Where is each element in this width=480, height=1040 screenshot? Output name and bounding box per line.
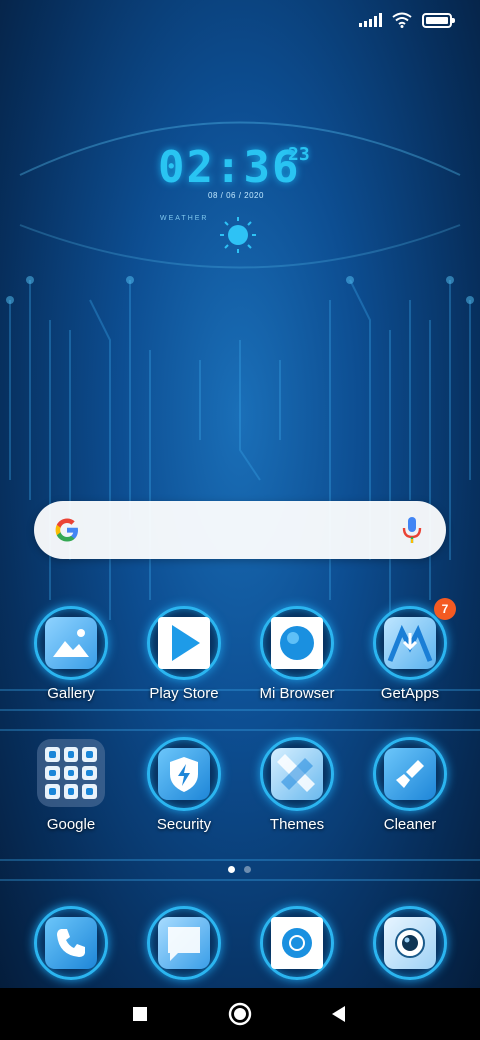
clock-date: 08 / 06 / 2020 (208, 191, 264, 200)
security-shield-icon (158, 748, 210, 800)
clock-seconds: 23 (288, 144, 310, 165)
app-label: GetApps (380, 685, 440, 702)
phone-icon (45, 917, 97, 969)
cleaner-brush-icon (384, 748, 436, 800)
app-ring (373, 737, 447, 811)
getapps-icon (384, 617, 436, 669)
microphone-icon[interactable] (400, 515, 424, 545)
back-triangle-icon[interactable] (324, 1000, 352, 1028)
page-dot (244, 866, 251, 873)
app-security[interactable]: Security (128, 737, 240, 847)
play-store-icon (158, 617, 210, 669)
app-label: Google (46, 816, 96, 833)
clock-time: 02:36 (158, 142, 301, 193)
home-circle-icon[interactable] (226, 1000, 254, 1028)
page-indicator (228, 866, 251, 873)
app-google-folder[interactable]: Google (15, 737, 127, 847)
app-ring (260, 906, 334, 980)
app-ring (147, 906, 221, 980)
app-cleaner[interactable]: Cleaner (354, 737, 466, 847)
app-ring (34, 606, 108, 680)
google-search-bar[interactable] (34, 501, 446, 559)
battery-fill (426, 16, 448, 24)
app-themes[interactable]: Themes (241, 737, 353, 847)
chrome-icon (271, 917, 323, 969)
app-label: Cleaner (383, 816, 437, 833)
weather-label: WEATHER (160, 215, 209, 222)
folder-icon (37, 739, 105, 807)
notification-badge: 7 (434, 598, 456, 620)
status-bar (0, 0, 480, 40)
mi-browser-icon (271, 617, 323, 669)
app-label: Play Store (149, 685, 219, 702)
app-ring (373, 606, 447, 680)
google-g-icon (55, 518, 78, 542)
messages-icon (158, 917, 210, 969)
gallery-icon (45, 617, 97, 669)
sun-icon[interactable] (218, 215, 258, 255)
wifi-icon (392, 12, 412, 28)
app-mi-browser[interactable]: Mi Browser (241, 606, 353, 716)
camera-icon (384, 917, 436, 969)
signal-bars-icon (359, 13, 382, 27)
app-ring (147, 737, 221, 811)
clock-widget[interactable]: 02:36 23 08 / 06 / 2020 WEATHER (120, 120, 360, 280)
app-gallery[interactable]: Gallery (15, 606, 127, 716)
app-label: Security (156, 816, 212, 833)
app-ring (147, 606, 221, 680)
app-getapps[interactable]: 7 GetApps (354, 598, 466, 716)
app-ring (260, 737, 334, 811)
recents-square-icon[interactable] (126, 1000, 154, 1028)
app-label: Gallery (47, 685, 95, 702)
app-ring (34, 906, 108, 980)
themes-brush-icon (271, 748, 323, 800)
app-play-store[interactable]: Play Store (128, 606, 240, 716)
app-ring (260, 606, 334, 680)
app-label: Mi Browser (259, 685, 335, 702)
app-ring (373, 906, 447, 980)
app-label: Themes (269, 816, 325, 833)
page-dot-active (228, 866, 235, 873)
navigation-bar (0, 988, 480, 1040)
battery-icon (422, 12, 455, 28)
